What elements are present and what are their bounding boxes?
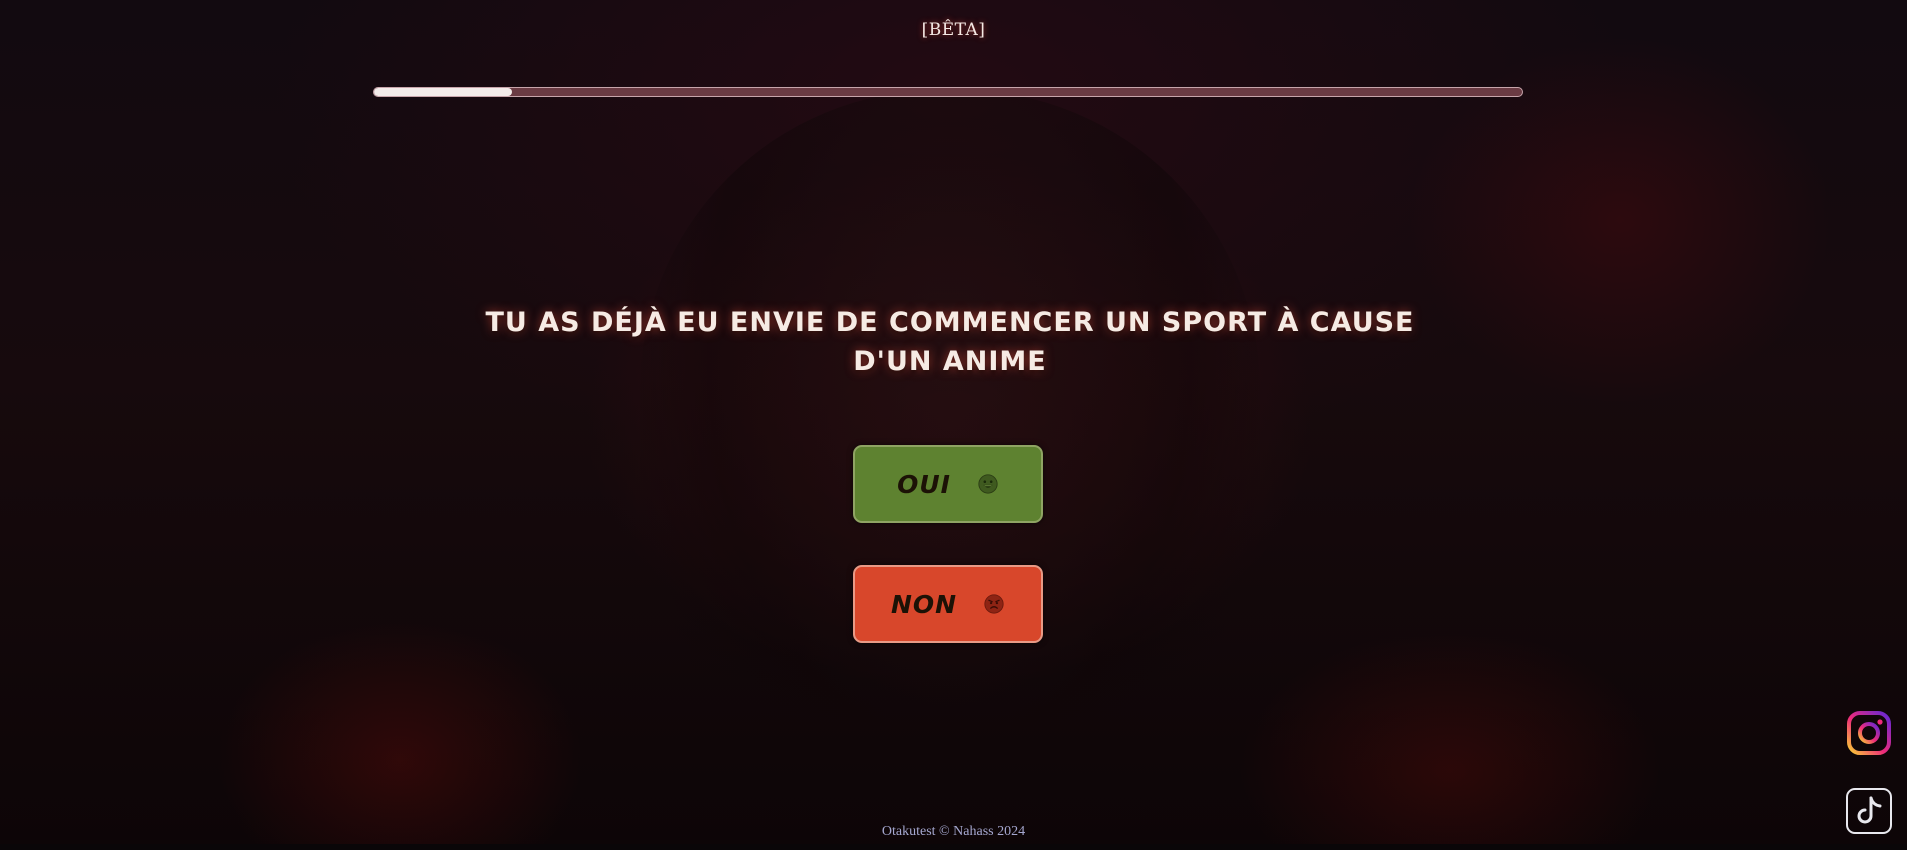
answer-yes-label: OUI <box>897 469 951 499</box>
angry-face-icon <box>984 594 1004 614</box>
question-text: TU AS DÉJÀ EU ENVIE DE COMMENCER UN SPOR… <box>485 307 1415 377</box>
beta-badge: [BÊTA] <box>921 20 986 40</box>
footer-copyright: Otakutest © Nahass 2024 <box>881 824 1026 839</box>
quiz-progress-fill <box>374 88 512 96</box>
instagram-icon[interactable] <box>1845 709 1893 757</box>
quiz-progress-bar <box>373 87 1523 97</box>
answer-no-label: NON <box>890 589 958 619</box>
answer-yes-button[interactable]: OUI <box>853 445 1043 523</box>
grinning-face-icon <box>978 474 998 494</box>
answer-no-button[interactable]: NON <box>853 565 1043 643</box>
